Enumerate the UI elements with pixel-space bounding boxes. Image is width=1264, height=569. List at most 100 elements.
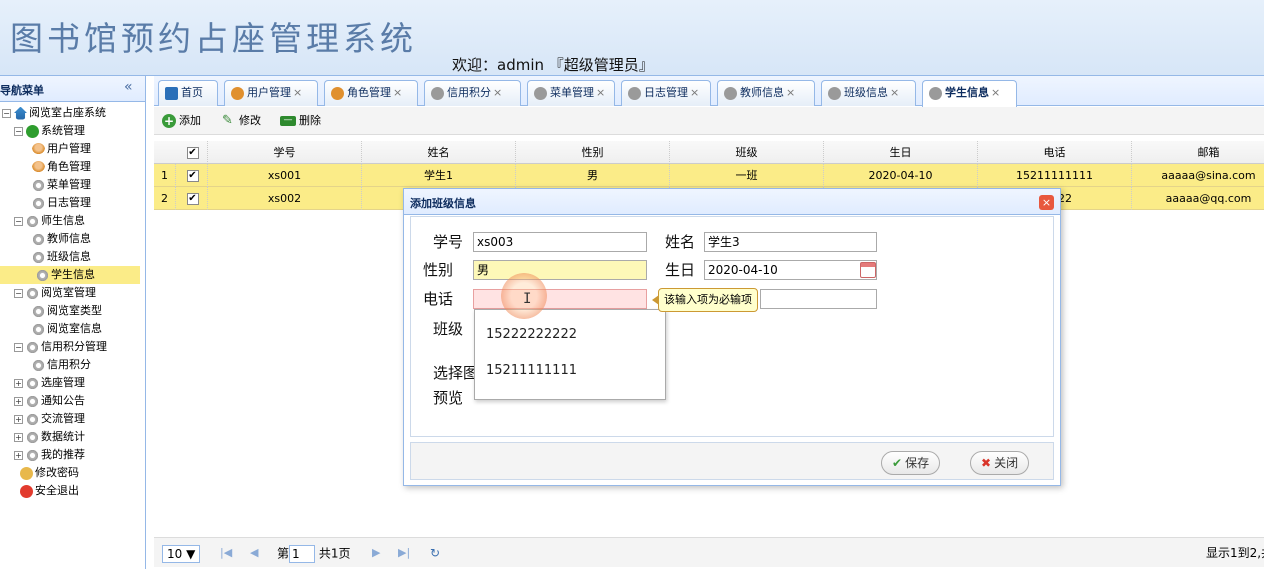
sidebar-item[interactable]: 安全退出: [20, 482, 79, 500]
tree-toggle-icon[interactable]: +: [14, 450, 23, 460]
column-header[interactable]: 生日: [824, 141, 978, 164]
gear-icon: [26, 376, 39, 390]
tree-toggle-icon[interactable]: −: [14, 126, 23, 136]
table-row[interactable]: 1 ✔ xs001 学生1 男一班 2020-04-10 15211111111 aaaaa@…: [154, 164, 1264, 187]
menu-icon: [32, 178, 45, 192]
tab-label: 信用积分: [447, 86, 491, 99]
row-number: 1: [154, 164, 176, 187]
tree-toggle-icon[interactable]: +: [14, 396, 23, 406]
refresh-icon[interactable]: ↻: [430, 545, 440, 561]
tree-toggle-icon[interactable]: +: [14, 432, 23, 442]
gear-icon: [32, 322, 45, 336]
delete-button[interactable]: — 删除: [280, 113, 321, 129]
tab-item[interactable]: 角色管理 ×: [324, 80, 418, 106]
tree-toggle-icon[interactable]: −: [14, 342, 23, 352]
column-header[interactable]: 性别: [516, 141, 670, 164]
tab-close-icon[interactable]: ×: [293, 86, 302, 99]
first-page-icon[interactable]: |◀: [220, 545, 232, 561]
tree-toggle-icon[interactable]: −: [14, 288, 23, 298]
xuehao-field[interactable]: xs003: [473, 232, 647, 252]
system-title: 图书馆预约占座管理系统: [10, 19, 417, 58]
row-checkbox[interactable]: ✔: [178, 187, 208, 210]
sidebar-item[interactable]: 班级信息: [32, 248, 91, 266]
tree-toggle-icon[interactable]: +: [14, 378, 23, 388]
column-header[interactable]: 班级: [670, 141, 824, 164]
close-icon[interactable]: ×: [1039, 195, 1054, 210]
select-all-checkbox[interactable]: ✔: [178, 141, 208, 164]
tab-close-icon[interactable]: ×: [890, 86, 899, 99]
tree-toggle-icon[interactable]: −: [14, 216, 23, 226]
tab-close-icon[interactable]: ×: [493, 86, 502, 99]
shengri-field[interactable]: 2020-04-10: [704, 260, 877, 280]
tab-item[interactable]: 首页: [158, 80, 218, 106]
sidebar-item[interactable]: + 通知公告: [14, 392, 85, 410]
column-header[interactable]: 学号: [208, 141, 362, 164]
sidebar-item[interactable]: 教师信息: [32, 230, 91, 248]
sidebar-item[interactable]: − 阅览室管理: [14, 284, 96, 302]
tab-item[interactable]: 菜单管理 ×: [527, 80, 615, 106]
tab-close-icon[interactable]: ×: [991, 86, 1000, 99]
xingbie-field[interactable]: 男: [473, 260, 647, 280]
double-left-chevron-icon[interactable]: «: [124, 79, 133, 95]
home-icon: [165, 86, 178, 100]
sidebar-item[interactable]: 角色管理: [32, 158, 91, 176]
pager-summary: 显示1到2,共: [1206, 546, 1264, 560]
tab-close-icon[interactable]: ×: [596, 86, 605, 99]
tab-close-icon[interactable]: ×: [690, 86, 699, 99]
tab-item[interactable]: 班级信息 ×: [821, 80, 916, 106]
email-field[interactable]: [760, 289, 877, 309]
sidebar-item[interactable]: + 选座管理: [14, 374, 85, 392]
tab-label: 教师信息: [740, 86, 784, 99]
table-cell: 一班: [670, 164, 824, 187]
sidebar-item[interactable]: + 交流管理: [14, 410, 85, 428]
sidebar-item[interactable]: 信用积分: [32, 356, 91, 374]
tab-item[interactable]: 用户管理 ×: [224, 80, 318, 106]
add-button[interactable]: + 添加: [162, 113, 201, 129]
sidebar-item[interactable]: 阅览室信息: [32, 320, 102, 338]
sidebar-item[interactable]: 日志管理: [32, 194, 91, 212]
sidebar-item[interactable]: 修改密码: [20, 464, 79, 482]
autocomplete-option[interactable]: 15222222222: [486, 327, 577, 342]
sidebar-item-label: 用户管理: [47, 142, 91, 155]
sidebar-item[interactable]: 学生信息: [0, 266, 140, 284]
next-page-icon[interactable]: ▶: [372, 545, 380, 561]
sidebar-item[interactable]: − 信用积分管理: [14, 338, 107, 356]
tree-toggle-icon[interactable]: −: [2, 108, 11, 118]
tab-item[interactable]: 信用积分 ×: [424, 80, 521, 106]
sidebar-item[interactable]: + 数据统计: [14, 428, 85, 446]
page-number-input[interactable]: 1: [289, 545, 316, 563]
tab-close-icon[interactable]: ×: [786, 86, 795, 99]
sidebar-item[interactable]: − 阅览室占座系统: [2, 104, 106, 122]
save-button[interactable]: ✔ 保存: [881, 451, 941, 475]
column-header[interactable]: 姓名: [362, 141, 516, 164]
row-checkbox[interactable]: ✔: [178, 164, 208, 187]
table-cell: aaaaa@qq.com: [1132, 187, 1264, 210]
xingming-field[interactable]: 学生3: [704, 232, 877, 252]
close-button[interactable]: ✖ 关闭: [970, 451, 1030, 475]
calendar-icon[interactable]: [860, 262, 876, 278]
sidebar-item[interactable]: + 我的推荐: [14, 446, 85, 464]
tree-toggle-icon[interactable]: +: [14, 414, 23, 424]
column-header[interactable]: 电话: [978, 141, 1132, 164]
sidebar-item[interactable]: 菜单管理: [32, 176, 91, 194]
edit-button[interactable]: ✎ 修改: [222, 113, 261, 129]
last-page-icon[interactable]: ▶|: [398, 545, 410, 561]
sidebar-item[interactable]: 阅览室类型: [32, 302, 102, 320]
xuehao-label: 学号: [433, 233, 464, 251]
dianhua-field[interactable]: [473, 289, 647, 309]
tab-item[interactable]: 教师信息 ×: [717, 80, 815, 106]
gear-icon: [431, 86, 444, 100]
tab-item[interactable]: 学生信息 ×: [922, 80, 1017, 107]
sidebar-item[interactable]: − 系统管理: [14, 122, 85, 140]
column-header[interactable]: 邮箱: [1132, 141, 1264, 164]
tab-close-icon[interactable]: ×: [393, 86, 402, 99]
autocomplete-option[interactable]: 15211111111: [486, 363, 577, 378]
gear-icon: [26, 340, 39, 354]
sidebar-item[interactable]: − 师生信息: [14, 212, 85, 230]
sidebar-item[interactable]: 用户管理: [32, 140, 91, 158]
page-size-select[interactable]: 10 ▼: [162, 545, 201, 563]
tab-item[interactable]: 日志管理 ×: [621, 80, 711, 106]
prev-page-icon[interactable]: ◀: [250, 545, 258, 561]
gear-icon: [929, 86, 942, 100]
dialog-header: 添加班级信息 ×: [404, 189, 1060, 215]
